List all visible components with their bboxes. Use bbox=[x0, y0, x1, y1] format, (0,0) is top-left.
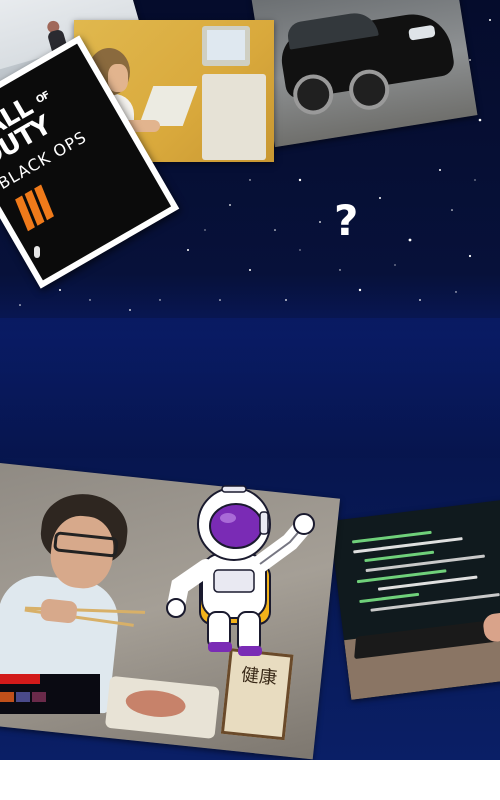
dark-horizon-band bbox=[0, 318, 500, 458]
bottom-game-strip bbox=[0, 674, 100, 714]
roman-numeral-iiii-icon bbox=[13, 181, 65, 232]
monitor-screen bbox=[207, 30, 245, 60]
computer-tower bbox=[202, 74, 266, 160]
cod-title-of: OF bbox=[34, 89, 52, 107]
question-mark: ? bbox=[334, 196, 359, 245]
small-white-mark bbox=[34, 246, 40, 258]
kanji-sign-text: 健康 bbox=[240, 664, 279, 690]
boy-hand bbox=[39, 598, 78, 624]
code-screen-photo bbox=[329, 498, 500, 700]
collage-scene: CALL OF DUTY BLACK OPS ? 健康 bbox=[0, 0, 500, 760]
child-face bbox=[108, 64, 128, 92]
astronaut-icon bbox=[166, 485, 315, 656]
